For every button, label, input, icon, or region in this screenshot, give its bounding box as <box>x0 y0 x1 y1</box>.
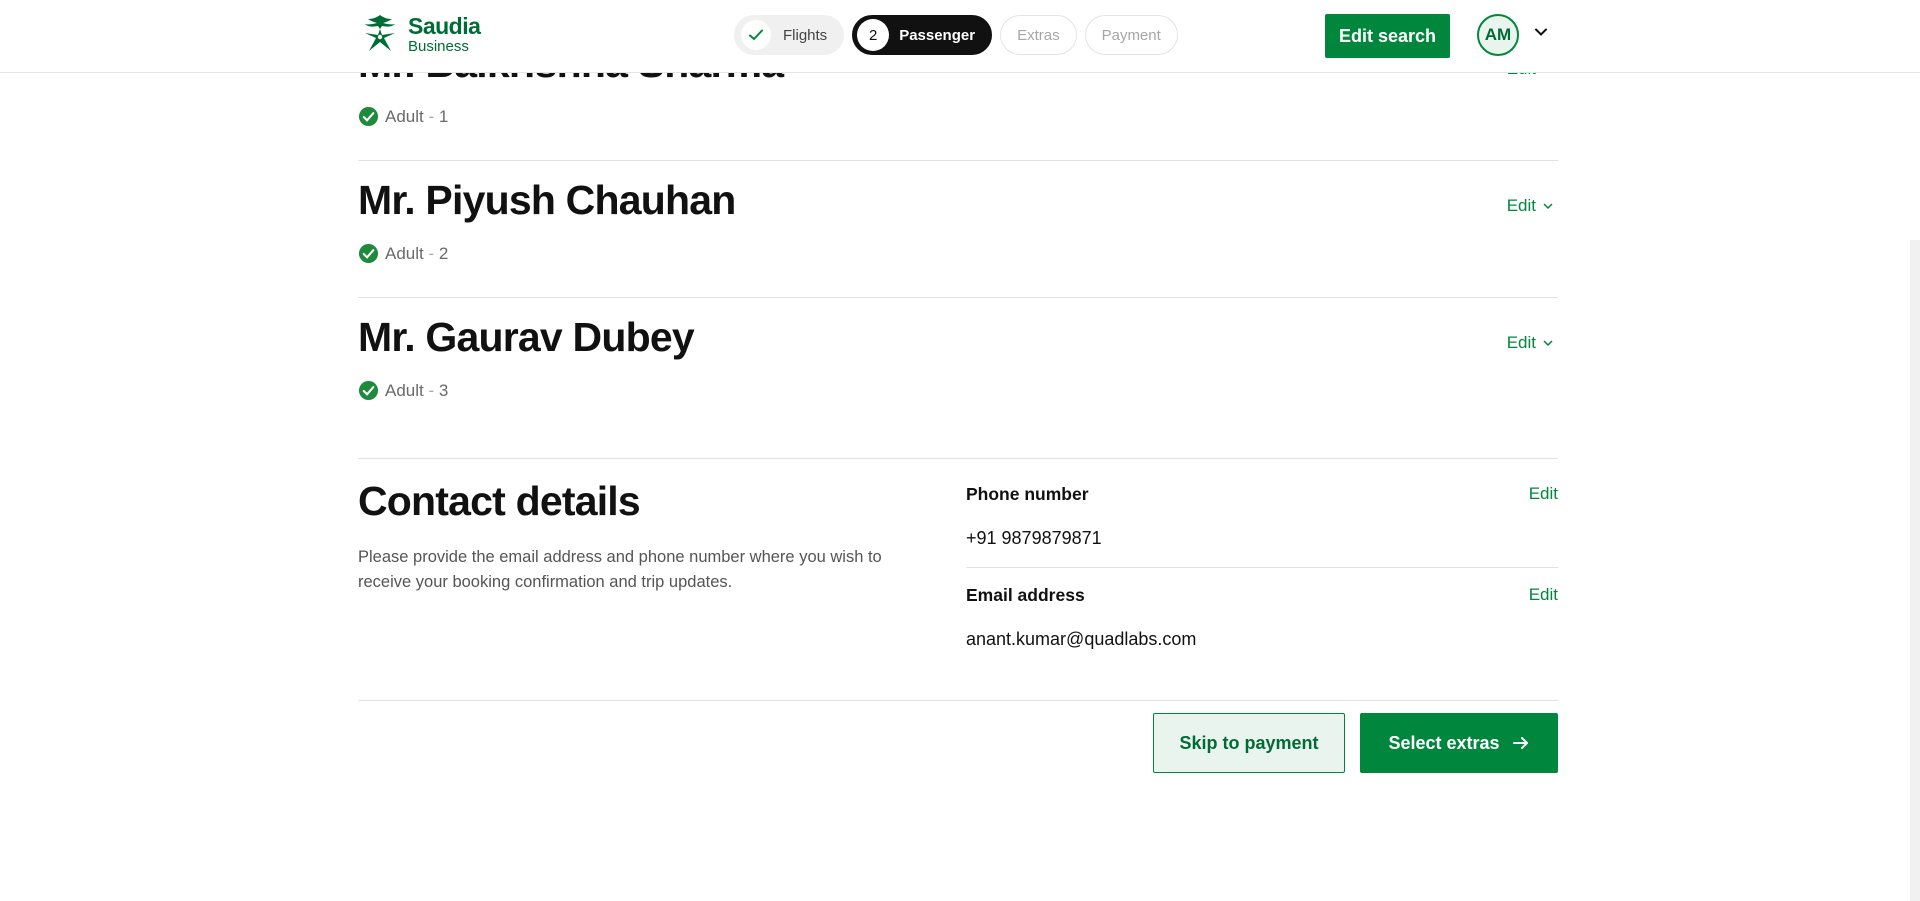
step-passenger[interactable]: 2 Passenger <box>852 15 993 55</box>
passenger-type-separator: - <box>428 106 435 126</box>
divider <box>358 458 1558 459</box>
step-number: 2 <box>857 19 890 51</box>
passenger-type-separator: - <box>428 380 435 400</box>
logo-title: Saudia <box>408 12 481 39</box>
select-extras-button[interactable]: Select extras <box>1360 713 1558 773</box>
step-extras[interactable]: Extras <box>1000 15 1077 55</box>
check-circle-icon <box>358 243 379 264</box>
step-flights[interactable]: Flights <box>734 15 845 55</box>
passenger-index: 1 <box>438 106 449 126</box>
page-scrollbar[interactable] <box>1910 240 1920 901</box>
passenger-name: Mr. Piyush Chauhan <box>358 177 736 223</box>
chevron-down-icon <box>1543 203 1553 210</box>
passenger-review-section: Mr. Balkrishna Sharma Edit Adult - 1 Mr.… <box>358 0 1558 901</box>
passenger-index: 2 <box>438 243 449 263</box>
email-address-label: Email address <box>966 585 1085 605</box>
check-circle-icon <box>358 106 379 127</box>
passenger-edit-button[interactable]: Edit <box>1507 333 1554 353</box>
step-extras-label: Extras <box>1017 26 1060 44</box>
edit-phone-link[interactable]: Edit <box>1529 484 1558 504</box>
skip-to-payment-button[interactable]: Skip to payment <box>1153 713 1345 773</box>
edit-label: Edit <box>1506 333 1536 352</box>
passenger-type: Adult - 2 <box>358 243 448 264</box>
top-header: Saudia Business Flights 2 Passenger Extr… <box>0 0 1920 73</box>
edit-label: Edit <box>1506 196 1536 215</box>
phone-number-value: +91 9879879871 <box>966 528 1102 548</box>
email-address-value: anant.kumar@quadlabs.com <box>966 629 1197 649</box>
divider <box>358 160 1558 161</box>
passenger-type-label: Adult <box>385 380 424 400</box>
passenger-name: Mr. Gaurav Dubey <box>358 314 695 360</box>
step-flights-label: Flights <box>783 26 828 44</box>
chevron-down-icon <box>1543 340 1553 347</box>
divider <box>358 700 1558 701</box>
passenger-edit-button[interactable]: Edit <box>1507 196 1554 216</box>
passenger-type: Adult - 3 <box>358 380 448 401</box>
step-payment-label: Payment <box>1101 26 1161 44</box>
select-extras-label: Select extras <box>1388 732 1500 753</box>
edit-search-button[interactable]: Edit search <box>1325 14 1450 58</box>
passenger-type-label: Adult <box>385 243 424 263</box>
check-icon <box>741 20 771 50</box>
step-passenger-label: Passenger <box>899 26 976 44</box>
step-payment[interactable]: Payment <box>1084 15 1178 55</box>
check-circle-icon <box>358 380 379 401</box>
logo-subtitle: Business <box>408 37 469 55</box>
saudia-business-logo[interactable]: Saudia Business <box>357 11 507 57</box>
divider <box>966 567 1558 568</box>
arrow-right-icon <box>1512 737 1528 749</box>
contact-details-title: Contact details <box>358 478 641 524</box>
divider <box>358 297 1558 298</box>
passenger-type: Adult - 1 <box>358 106 448 127</box>
passenger-index: 3 <box>438 380 449 400</box>
contact-details-description: Please provide the email address and pho… <box>358 548 882 591</box>
chevron-down-icon[interactable] <box>1533 24 1549 40</box>
booking-progress-steps: Flights 2 Passenger Extras Payment <box>734 15 1178 57</box>
phone-number-label: Phone number <box>966 484 1089 504</box>
passenger-type-separator: - <box>428 243 435 263</box>
passenger-type-label: Adult <box>385 106 424 126</box>
palm-swords-logo-icon <box>365 15 395 51</box>
edit-email-link[interactable]: Edit <box>1529 585 1558 605</box>
avatar[interactable]: AM <box>1477 14 1519 56</box>
